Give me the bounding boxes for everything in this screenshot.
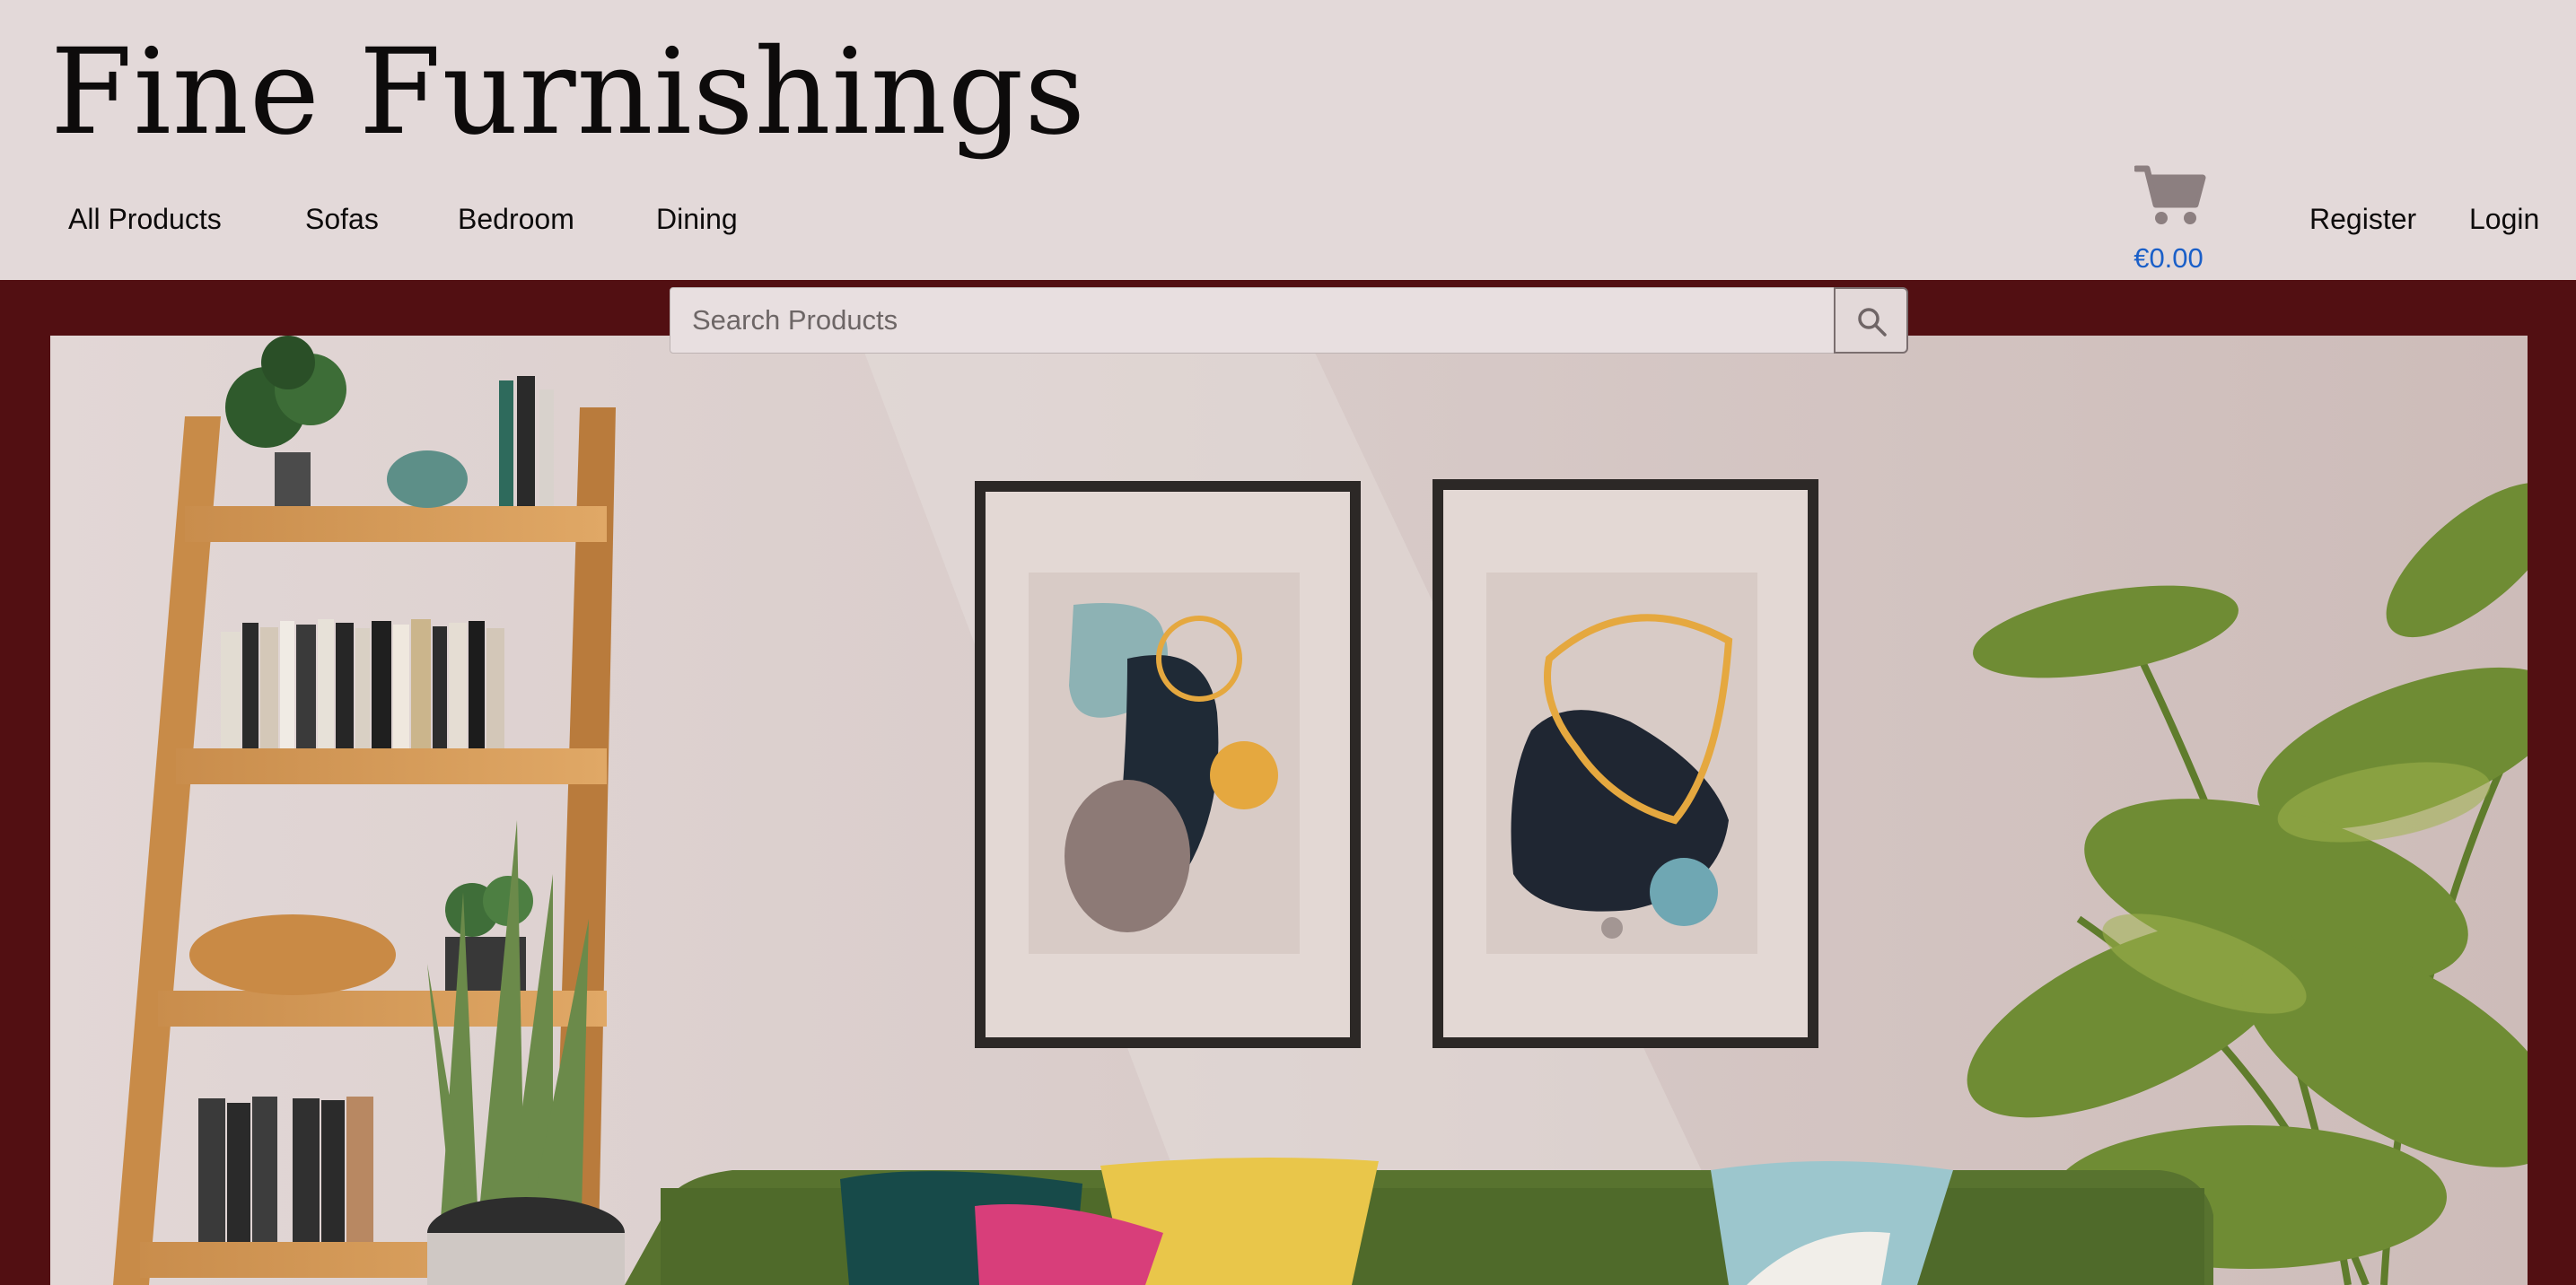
- nav-dining[interactable]: Dining: [656, 197, 738, 240]
- search-icon: [1858, 308, 1887, 337]
- nav-all-products[interactable]: All Products: [68, 197, 222, 240]
- cart-button[interactable]: €0.00: [2097, 154, 2240, 280]
- brand-logo[interactable]: Fine Furnishings: [50, 25, 1086, 160]
- search-button[interactable]: [1834, 287, 1908, 354]
- hero-image: [50, 336, 2528, 1285]
- cart-total: €0.00: [2134, 242, 2204, 274]
- nav-bedroom[interactable]: Bedroom: [458, 197, 574, 240]
- search-input[interactable]: [670, 287, 1835, 354]
- login-link[interactable]: Login: [2469, 197, 2539, 240]
- site-header: Fine Furnishings All Products Sofas Bedr…: [0, 0, 2576, 280]
- search-form: [670, 287, 1908, 354]
- cart-icon: [2133, 163, 2206, 228]
- nav-sofas[interactable]: Sofas: [305, 197, 379, 240]
- hero-banner: [50, 336, 2528, 1285]
- register-link[interactable]: Register: [2309, 197, 2416, 240]
